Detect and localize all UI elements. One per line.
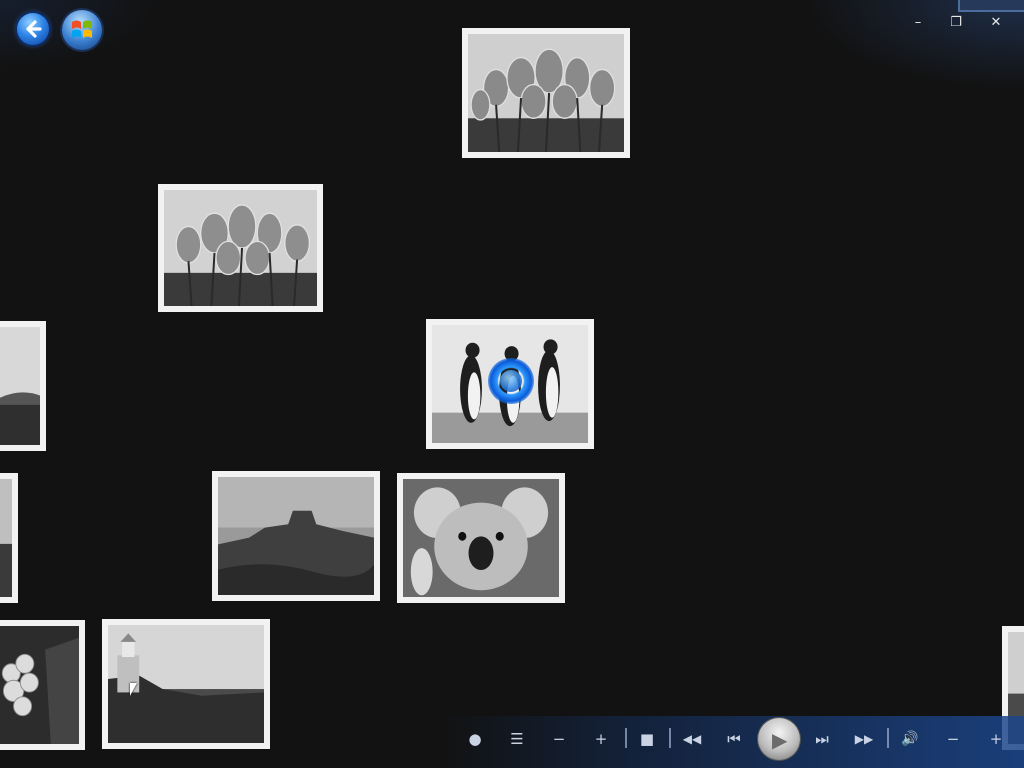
record-button[interactable]: ● [463, 727, 487, 751]
divider [625, 728, 627, 748]
tulips-image [468, 34, 624, 152]
previous-button[interactable]: ⏮ [722, 727, 746, 751]
coast-image [0, 327, 40, 445]
rewind-button[interactable]: ◀◀ [680, 727, 704, 751]
restore-button[interactable]: ❐ [944, 12, 968, 34]
divider [887, 728, 889, 748]
tulips-image [164, 190, 317, 306]
hydrangea-image [0, 626, 79, 744]
next-button[interactable]: ⏭ [810, 727, 834, 751]
desert-image [218, 477, 374, 595]
play-button[interactable]: ▶ [758, 718, 800, 760]
minimize-button[interactable]: – [906, 12, 930, 34]
media-center-start-button[interactable] [62, 10, 102, 50]
desert-photo[interactable] [212, 471, 380, 601]
mute-volume-button[interactable]: 🔊 [898, 727, 922, 751]
channel-down-button[interactable]: − [547, 727, 571, 751]
divider [669, 728, 671, 748]
close-button[interactable]: ✕ [984, 12, 1008, 34]
stop-button[interactable]: ■ [635, 727, 659, 751]
koala-image [403, 479, 559, 597]
tulips-photo-top[interactable] [462, 28, 630, 158]
loading-spinner-icon [488, 358, 534, 404]
play-icon: ▶ [772, 728, 788, 752]
window-peek-frame [958, 0, 1024, 12]
mouse-cursor-icon [130, 683, 137, 696]
tulips-photo[interactable] [158, 184, 323, 312]
back-arrow-icon [26, 20, 42, 38]
back-button[interactable] [17, 13, 49, 45]
volume-down-button[interactable]: − [941, 727, 965, 751]
hydrangea-photo[interactable] [0, 620, 85, 750]
windows-logo-icon [72, 20, 92, 38]
channel-up-button[interactable]: + [589, 727, 613, 751]
edge-photo-left[interactable] [0, 473, 18, 603]
edge-image [0, 479, 12, 597]
guide-list-button[interactable]: ☰ [505, 727, 529, 751]
volume-up-button[interactable]: + [984, 727, 1008, 751]
fast-forward-button[interactable]: ▶▶ [852, 727, 876, 751]
lighthouse-photo[interactable] [102, 619, 270, 749]
koala-photo[interactable] [397, 473, 565, 603]
coast-photo-left-edge[interactable] [0, 321, 46, 451]
